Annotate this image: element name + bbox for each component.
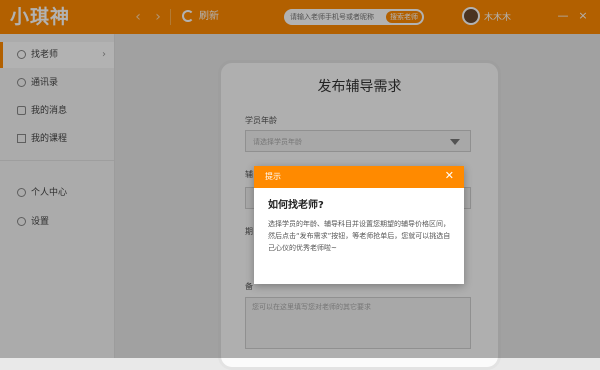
close-icon[interactable]: ✕ — [445, 169, 454, 182]
dialog-body: 选择学员的年龄、辅导科目并设置您期望的辅导价格区间，然后点击“发布需求”按钮，等… — [268, 220, 451, 252]
tip-dialog: 提示 ✕ 如何找老师? 选择学员的年龄、辅导科目并设置您期望的辅导价格区间，然后… — [254, 166, 464, 284]
dialog-title: 提示 — [265, 172, 281, 181]
dialog-question: 如何找老师? — [268, 200, 324, 211]
dialog-header: 提示 ✕ — [254, 166, 464, 188]
